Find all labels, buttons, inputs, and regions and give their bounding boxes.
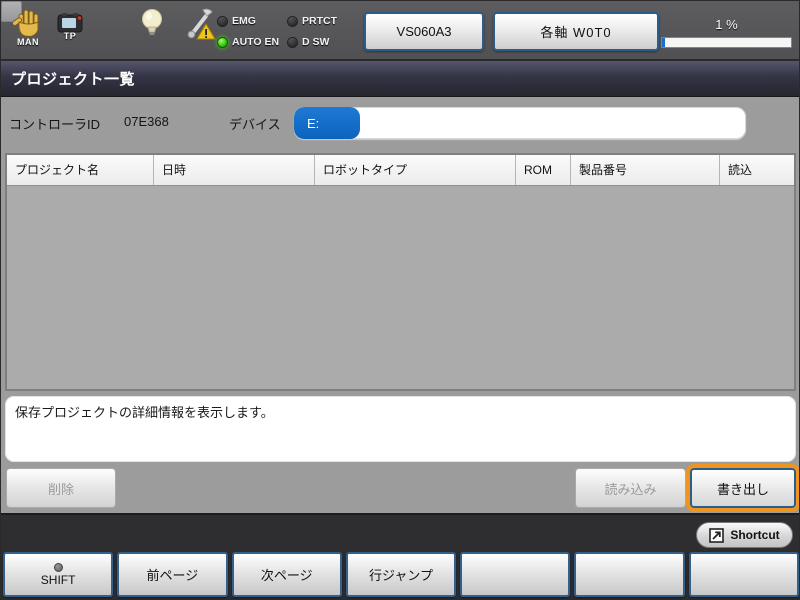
col-load: 読込 xyxy=(728,163,753,177)
shift-indicator-icon xyxy=(53,562,63,572)
page-title: プロジェクト一覧 xyxy=(11,71,136,88)
export-button[interactable]: 書き出し xyxy=(686,464,799,512)
fkey-next-page-label: 次ページ xyxy=(260,568,313,583)
auto-en-led-label: AUTO EN xyxy=(232,36,280,48)
led-d-sw: D SW xyxy=(287,32,353,52)
auto-en-led-icon xyxy=(217,36,228,48)
prtct-led-icon xyxy=(287,15,298,27)
fkey-blank-2[interactable] xyxy=(574,552,685,597)
fkey-shift[interactable]: SHIFT xyxy=(3,552,114,597)
hand-icon xyxy=(13,9,39,37)
maintenance-status xyxy=(183,7,217,41)
function-key-row: SHIFT 前ページ 次ページ 行ジャンプ xyxy=(1,552,799,597)
fkey-row-jump[interactable]: 行ジャンプ xyxy=(345,552,457,597)
shortcut-label: Shortcut xyxy=(730,528,780,542)
teach-pendant-status: TP xyxy=(53,12,87,41)
led-auto-en: AUTO EN xyxy=(217,32,287,52)
detail-info-box: 保存プロジェクトの詳細情報を表示します。 xyxy=(5,396,796,462)
led-prtct: PRTCT xyxy=(287,11,353,31)
shortcut-arrow-icon xyxy=(709,527,725,543)
project-table-body[interactable] xyxy=(7,186,794,389)
d-sw-led-icon xyxy=(287,36,298,48)
load-button[interactable]: 読み込み xyxy=(575,468,686,508)
teach-pendant-label: TP xyxy=(63,31,77,41)
device-select-field[interactable]: E: xyxy=(294,107,746,139)
fkey-row-jump-label: 行ジャンプ xyxy=(369,568,433,583)
fkey-prev-page-label: 前ページ xyxy=(146,568,199,583)
bulb-icon xyxy=(142,9,162,35)
lamp-status xyxy=(139,8,165,38)
controller-id-value: 07E368 xyxy=(124,114,169,129)
status-bar: MAN TP EMG PRTCT AUTO EN D SW VS060A3 各軸… xyxy=(1,1,799,61)
prtct-led-label: PRTCT xyxy=(302,15,337,27)
title-bar: プロジェクト一覧 xyxy=(1,61,799,97)
shortcut-button[interactable]: Shortcut xyxy=(696,522,793,548)
col-rom: ROM xyxy=(516,155,571,185)
col-product-number: 製品番号 xyxy=(571,155,720,185)
d-sw-led-label: D SW xyxy=(302,36,330,48)
fkey-blank-1[interactable] xyxy=(460,552,571,597)
fkey-next-page[interactable]: 次ページ xyxy=(231,552,342,597)
speed-percent-label: 1 % xyxy=(715,17,738,32)
speed-progress-bar xyxy=(661,37,792,48)
col-datetime: 日時 xyxy=(154,155,315,185)
fkey-blank-3[interactable] xyxy=(688,552,799,597)
col-robot-type: ロボットタイプ xyxy=(315,155,516,185)
pendant-screen: MAN TP EMG PRTCT AUTO EN D SW VS060A3 各軸… xyxy=(0,0,800,600)
fkey-prev-page[interactable]: 前ページ xyxy=(117,552,228,597)
project-table: プロジェクト名 日時 ロボットタイプ ROM 製品番号 読込 xyxy=(5,153,796,391)
manual-mode-label: MAN xyxy=(17,37,39,47)
status-led-grid: EMG PRTCT AUTO EN D SW xyxy=(217,11,353,52)
led-emg: EMG xyxy=(217,11,287,31)
wrench-warning-icon xyxy=(187,8,216,40)
manual-mode-icon: MAN xyxy=(9,8,47,47)
speed-progress-fill xyxy=(662,38,665,47)
fkey-shift-label: SHIFT xyxy=(40,572,76,587)
device-label: デバイス xyxy=(229,117,281,132)
delete-button[interactable]: 削除 xyxy=(6,468,116,508)
device-selected-value[interactable]: E: xyxy=(294,107,360,139)
coord-mode-button[interactable]: 各軸 W0T0 xyxy=(493,12,659,51)
project-table-header: プロジェクト名 日時 ロボットタイプ ROM 製品番号 読込 xyxy=(7,155,794,186)
emg-led-icon xyxy=(217,15,228,27)
bottom-band: Shortcut SHIFT 前ページ 次ページ 行ジャンプ xyxy=(1,513,799,599)
emg-led-label: EMG xyxy=(232,15,256,27)
robot-type-button[interactable]: VS060A3 xyxy=(364,12,484,51)
col-project-name: プロジェクト名 xyxy=(7,155,154,185)
speed-indicator: 1 % xyxy=(661,12,792,48)
controller-id-label: コントローラID xyxy=(9,117,101,132)
